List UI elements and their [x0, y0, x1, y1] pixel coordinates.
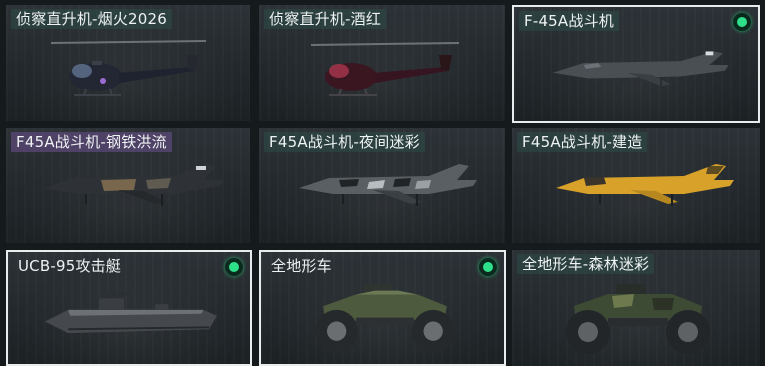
vehicle-card-atv-forest-camo[interactable]: 全地形车-森林迷彩 [512, 250, 760, 366]
vehicle-card-scout-heli-fireworks[interactable]: 侦察直升机-烟火2026 [6, 5, 250, 121]
vehicle-card-ucb95-attack-boat[interactable]: UCB-95攻击艇 [6, 250, 252, 366]
equipped-indicator-icon [225, 258, 243, 276]
card-title: 侦察直升机-酒红 [264, 9, 387, 29]
vehicle-card-f45a[interactable]: F-45A战斗机 [512, 5, 760, 123]
equipped-indicator-icon [479, 258, 497, 276]
vehicle-card-atv[interactable]: 全地形车 [259, 250, 506, 366]
card-title: 全地形车-森林迷彩 [517, 254, 655, 274]
vehicle-card-f45a-night-camo[interactable]: F45A战斗机-夜间迷彩 [259, 128, 505, 243]
card-title: F45A战斗机-建造 [517, 132, 648, 152]
card-title: F45A战斗机-夜间迷彩 [264, 132, 425, 152]
vehicle-card-scout-heli-burgundy[interactable]: 侦察直升机-酒红 [259, 5, 505, 121]
vehicle-card-f45a-steel-flood[interactable]: F45A战斗机-钢铁洪流 [6, 128, 250, 243]
card-title: UCB-95攻击艇 [18, 257, 122, 275]
card-title: 侦察直升机-烟火2026 [11, 9, 172, 29]
card-title: 全地形车 [271, 257, 332, 275]
card-title: F45A战斗机-钢铁洪流 [11, 132, 172, 152]
vehicle-skin-grid: 侦察直升机-烟火2026 侦察直升机-酒红 F-45A战斗机 F45A战斗机-钢… [0, 0, 765, 366]
card-title: F-45A战斗机 [519, 11, 619, 31]
equipped-indicator-icon [733, 13, 751, 31]
vehicle-card-f45a-construction[interactable]: F45A战斗机-建造 [512, 128, 760, 243]
